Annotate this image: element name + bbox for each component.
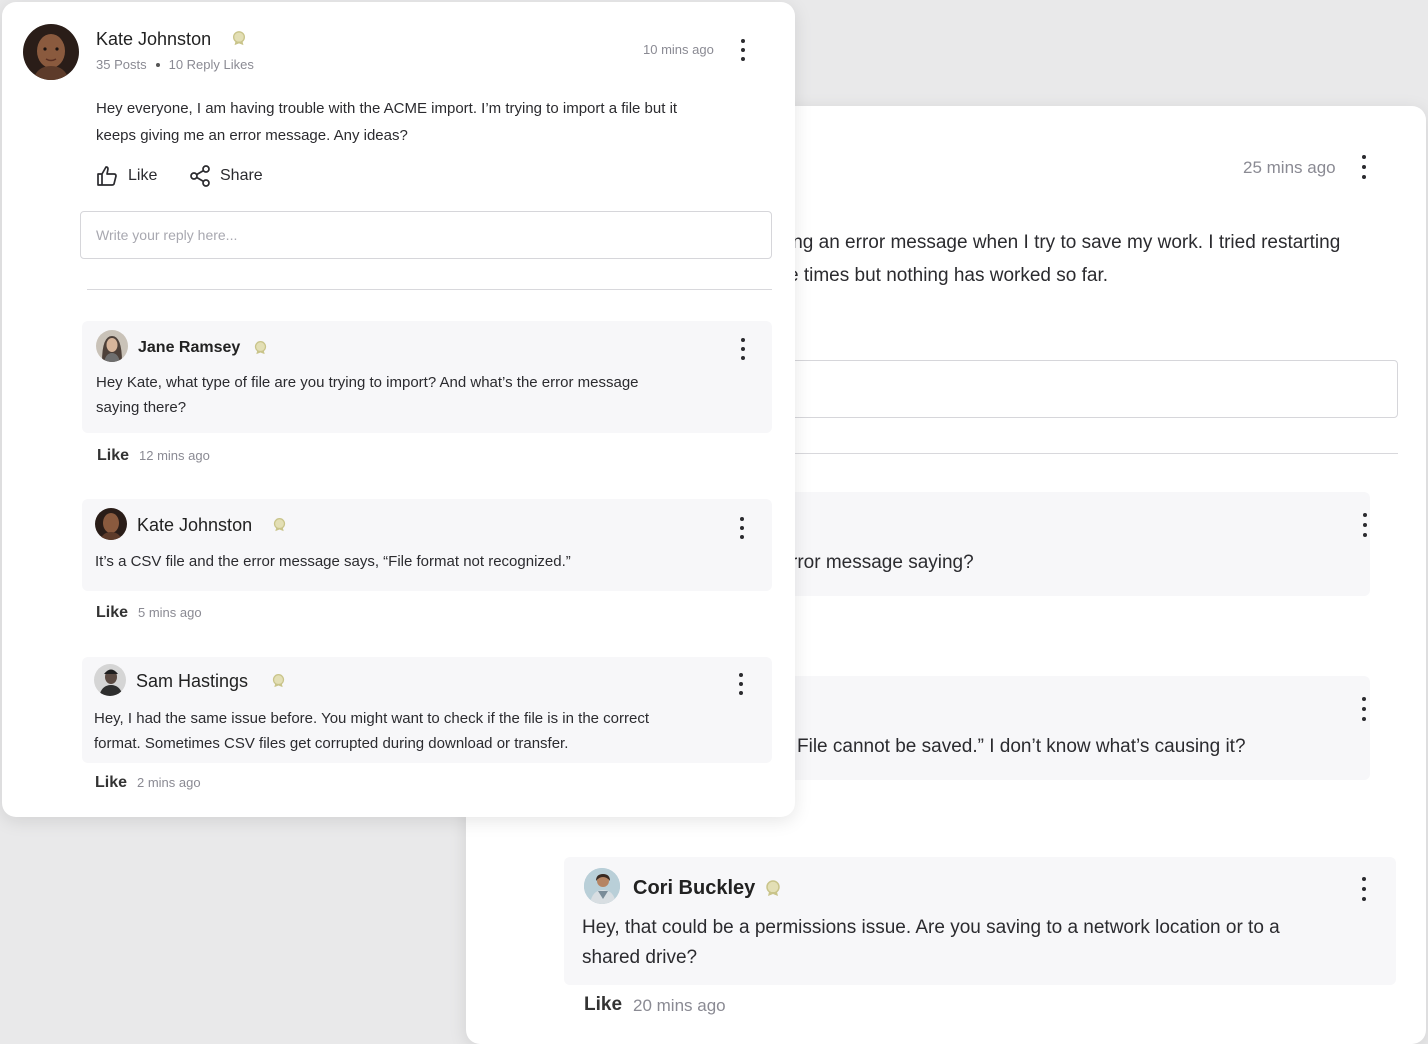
more-options-icon[interactable] (1358, 697, 1370, 721)
post-author[interactable]: Kate Johnston (96, 29, 211, 50)
post-body: ing an error message when I try to save … (788, 232, 1341, 286)
reply-text: It’s a CSV file and the error message sa… (95, 553, 571, 570)
more-options-icon[interactable] (737, 39, 749, 61)
reply-item (82, 499, 772, 591)
like-button[interactable]: Like (96, 604, 128, 622)
reply-author[interactable]: Kate Johnston (137, 515, 252, 536)
badge-icon (272, 674, 285, 688)
divider (766, 453, 1398, 454)
share-button[interactable]: Share (188, 164, 263, 188)
more-options-icon[interactable] (1358, 877, 1370, 901)
reply-likes-count: 10 Reply Likes (168, 57, 254, 72)
avatar (584, 868, 620, 904)
like-button[interactable]: Like (95, 774, 127, 792)
reply-input[interactable] (766, 360, 1398, 418)
badge-icon (233, 31, 245, 46)
reply-item (766, 676, 1370, 780)
divider (87, 289, 772, 290)
post-count: 35 Posts (96, 57, 147, 72)
separator-dot (155, 62, 160, 67)
more-options-icon[interactable] (737, 338, 749, 360)
badge-icon (254, 341, 267, 355)
reply-time: 5 mins ago (138, 605, 202, 620)
reply-text: Hey, that could be a permissions issue. … (582, 917, 1280, 968)
reply-text: File cannot be saved.” I don’t know what… (797, 736, 1246, 757)
reply-input[interactable] (80, 211, 772, 259)
reply-author[interactable]: Jane Ramsey (138, 339, 240, 357)
avatar (96, 330, 128, 362)
reply-time: 20 mins ago (633, 996, 726, 1015)
more-options-icon[interactable] (736, 517, 748, 539)
like-button[interactable]: Like (96, 164, 157, 188)
reply-text: rror message saying? (791, 552, 974, 573)
post-body: Hey everyone, I am having trouble with t… (96, 100, 678, 144)
more-options-icon[interactable] (1358, 155, 1370, 179)
reply-item (766, 492, 1370, 596)
avatar (95, 508, 127, 540)
thumbs-up-icon (97, 166, 117, 186)
post-time: 10 mins ago (643, 42, 714, 57)
badge-icon (766, 880, 780, 896)
badge-icon (273, 518, 286, 532)
author-stats: 35 Posts 10 Reply Likes (96, 57, 254, 72)
more-options-icon[interactable] (735, 673, 747, 695)
avatar (23, 24, 79, 80)
reply-time: 2 mins ago (137, 775, 201, 790)
reply-text: Hey Kate, what type of file are you tryi… (96, 374, 639, 416)
post-time: 25 mins ago (1243, 158, 1336, 177)
share-icon (190, 165, 210, 187)
reply-time: 12 mins ago (139, 448, 210, 463)
more-options-icon[interactable] (1359, 513, 1371, 537)
like-button[interactable]: Like (584, 994, 622, 1016)
like-button[interactable]: Like (97, 447, 129, 465)
avatar (94, 664, 126, 696)
reply-author[interactable]: Cori Buckley (633, 877, 755, 900)
reply-author[interactable]: Sam Hastings (136, 671, 248, 692)
reply-text: Hey, I had the same issue before. You mi… (94, 710, 650, 752)
post-card: Kate Johnston 35 Posts 10 Reply Likes 10… (2, 2, 795, 817)
